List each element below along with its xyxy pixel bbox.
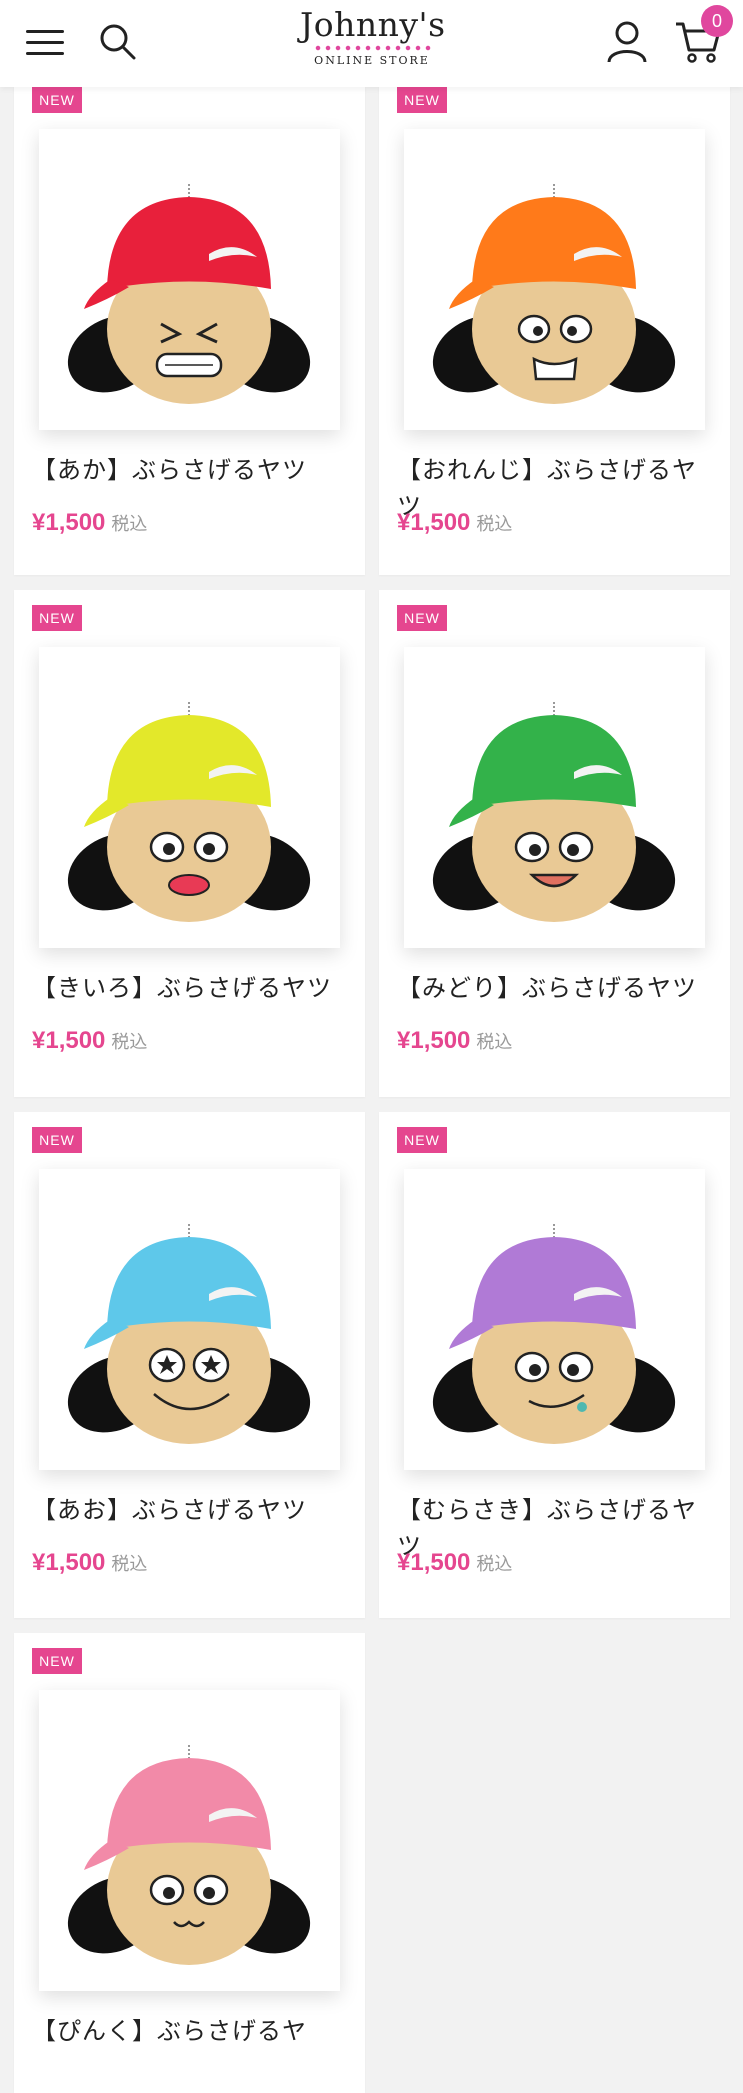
new-badge: NEW xyxy=(32,1127,82,1153)
menu-icon-bar xyxy=(26,52,64,55)
product-price: ¥1,500 税込 xyxy=(32,509,147,537)
price-tax-label: 税込 xyxy=(111,1554,148,1575)
product-image[interactable] xyxy=(39,129,340,430)
product-name[interactable]: 【ぴんく】ぶらさげるヤ xyxy=(32,2013,352,2049)
new-badge: NEW xyxy=(32,87,82,113)
menu-icon-bar xyxy=(26,41,64,44)
price-amount: ¥1,500 xyxy=(397,509,471,536)
product-card[interactable]: NEW 【あか】ぶらさげるヤツ ¥1,500 税込 xyxy=(14,72,365,575)
product-price: ¥1,500 税込 xyxy=(397,509,512,537)
product-card[interactable]: NEW 【きいろ】ぶらさげるヤツ ¥1,500 税込 xyxy=(14,590,365,1097)
store-logo[interactable]: Johnny's ONLINE STORE xyxy=(300,5,446,80)
new-badge: NEW xyxy=(397,87,447,113)
account-icon[interactable] xyxy=(606,20,648,64)
product-card[interactable]: NEW 【あお】ぶらさげるヤツ ¥1,500 税込 xyxy=(14,1112,365,1618)
price-amount: ¥1,500 xyxy=(397,1549,471,1576)
new-badge: NEW xyxy=(32,605,82,631)
product-image[interactable] xyxy=(39,1690,340,1991)
product-card[interactable]: NEW 【みどり】ぶらさげるヤツ ¥1,500 税込 xyxy=(379,590,730,1097)
logo-main-text: Johnny's xyxy=(300,5,446,44)
product-image[interactable] xyxy=(404,647,705,948)
price-tax-label: 税込 xyxy=(476,1554,513,1575)
product-name[interactable]: 【あお】ぶらさげるヤツ xyxy=(32,1492,352,1528)
new-badge: NEW xyxy=(32,1648,82,1674)
price-amount: ¥1,500 xyxy=(32,1027,106,1054)
product-image[interactable] xyxy=(404,1169,705,1470)
price-tax-label: 税込 xyxy=(476,1032,513,1053)
product-price: ¥1,500 税込 xyxy=(397,1027,512,1055)
product-price: ¥1,500 税込 xyxy=(32,1027,147,1055)
price-tax-label: 税込 xyxy=(111,1032,148,1053)
price-amount: ¥1,500 xyxy=(397,1027,471,1054)
product-card[interactable]: NEW 【おれんじ】ぶらさげるヤツ ¥1,500 税込 xyxy=(379,72,730,575)
new-badge: NEW xyxy=(397,605,447,631)
logo-dots xyxy=(313,44,431,52)
product-image[interactable] xyxy=(39,1169,340,1470)
new-badge: NEW xyxy=(397,1127,447,1153)
product-card[interactable]: NEW 【むらさき】ぶらさげるヤツ ¥1,500 税込 xyxy=(379,1112,730,1618)
price-amount: ¥1,500 xyxy=(32,1549,106,1576)
menu-icon-bar xyxy=(26,30,64,33)
price-tax-label: 税込 xyxy=(111,514,148,535)
product-image[interactable] xyxy=(39,647,340,948)
product-price: ¥1,500 税込 xyxy=(32,1549,147,1577)
product-name[interactable]: 【きいろ】ぶらさげるヤツ xyxy=(32,970,352,1006)
search-icon[interactable] xyxy=(98,22,138,62)
cart-count-badge: 0 xyxy=(701,5,733,37)
product-price: ¥1,500 税込 xyxy=(397,1549,512,1577)
site-header: Johnny's ONLINE STORE 0 xyxy=(0,0,743,87)
price-amount: ¥1,500 xyxy=(32,509,106,536)
logo-sub-text: ONLINE STORE xyxy=(314,54,430,67)
product-card[interactable]: NEW 【ぴんく】ぶらさげるヤ xyxy=(14,1633,365,2093)
product-name[interactable]: 【あか】ぶらさげるヤツ xyxy=(32,452,352,488)
product-image[interactable] xyxy=(404,129,705,430)
menu-icon[interactable] xyxy=(26,30,64,56)
product-name[interactable]: 【みどり】ぶらさげるヤツ xyxy=(397,970,717,1006)
price-tax-label: 税込 xyxy=(476,514,513,535)
